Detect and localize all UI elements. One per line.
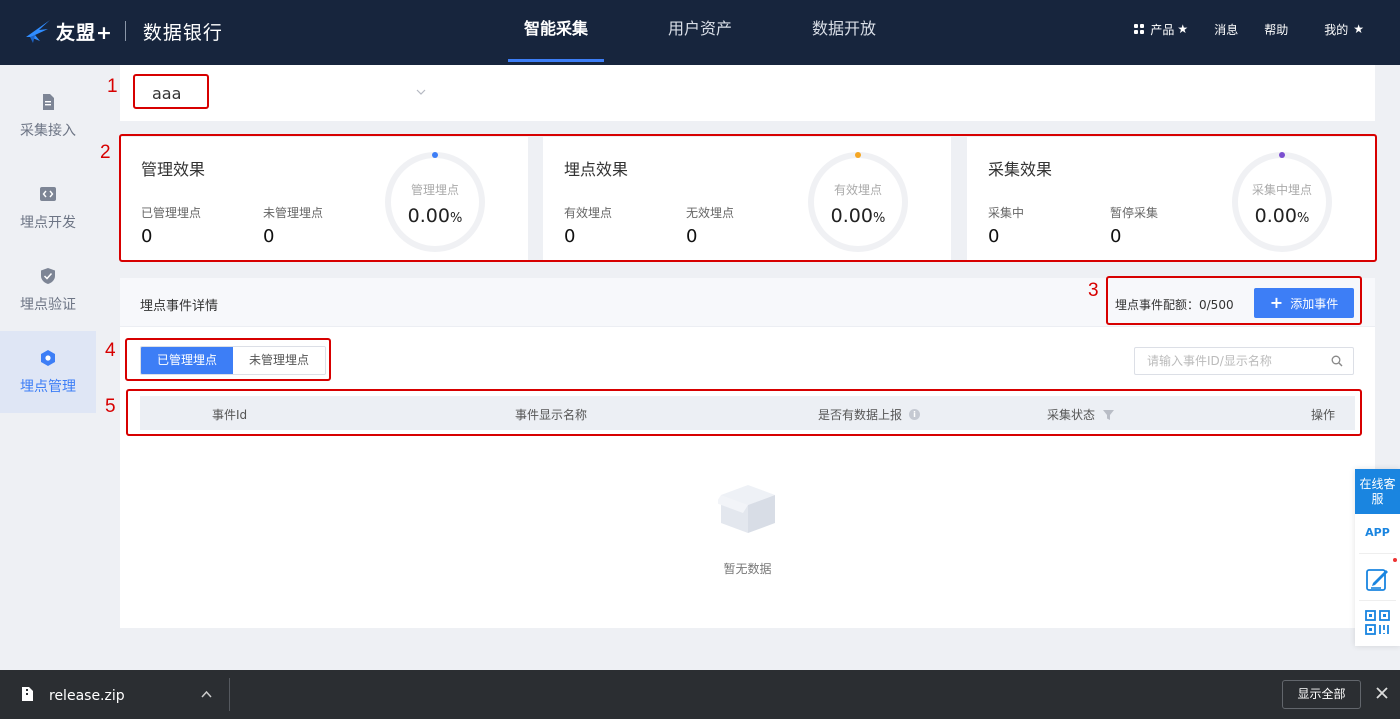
- annotation-number: 1: [107, 76, 118, 97]
- product-name: 数据银行: [142, 21, 223, 44]
- annotation-number: 2: [100, 142, 111, 163]
- sidebar-item-tracking-manage[interactable]: 埋点管理: [0, 331, 96, 413]
- hexagon-icon: [41, 350, 55, 366]
- sidebar-item-label: 埋点管理: [20, 379, 76, 395]
- star-icon: ★: [1177, 22, 1189, 36]
- qr-code-icon[interactable]: [1365, 610, 1390, 635]
- sidebar: 采集接入 埋点开发 埋点验证 埋点管理: [0, 65, 96, 670]
- divider: [229, 678, 230, 711]
- divider: [1359, 553, 1396, 554]
- nav-tab-smart-collect[interactable]: 智能采集: [508, 0, 604, 65]
- event-search: [1134, 347, 1354, 375]
- chevron-down-icon: [416, 89, 426, 95]
- products-label: 产品: [1150, 22, 1175, 37]
- shield-check-icon: [41, 268, 55, 284]
- search-icon[interactable]: [1331, 355, 1343, 367]
- top-nav-bar: 友盟+ 数据银行 智能采集 用户资产 数据开放 产品 ★ 消息 帮助 我的 ★: [0, 0, 1400, 65]
- star-icon: ★: [1353, 22, 1364, 36]
- sidebar-item-label: 采集接入: [20, 123, 76, 139]
- annotation-number: 5: [105, 396, 116, 417]
- annotation-box: [125, 338, 331, 381]
- annotation-number: 4: [105, 340, 116, 361]
- annotation-number: 3: [1088, 280, 1099, 301]
- nav-tab-user-assets[interactable]: 用户资产: [652, 0, 748, 65]
- nav-tab-data-open[interactable]: 数据开放: [796, 0, 892, 65]
- my-menu[interactable]: 我的 ★: [1324, 21, 1364, 38]
- app-download-button[interactable]: APP: [1355, 526, 1400, 539]
- help-link[interactable]: 帮助: [1264, 21, 1288, 38]
- grid-icon: [1134, 24, 1145, 34]
- file-icon: [22, 687, 33, 701]
- document-icon: [43, 94, 54, 110]
- annotation-box: [133, 74, 209, 109]
- events-panel: 埋点事件详情 埋点事件配额：0/500 + 添加事件 已管理埋点 未管理埋点 事…: [120, 278, 1375, 628]
- sidebar-item-collect-access[interactable]: 采集接入: [0, 93, 96, 175]
- empty-text: 暂无数据: [723, 562, 772, 576]
- download-bar: release.zip 显示全部: [0, 670, 1400, 719]
- sidebar-item-tracking-dev[interactable]: 埋点开发: [0, 175, 96, 257]
- umeng-swallow-icon: [26, 20, 50, 43]
- sidebar-item-label: 埋点开发: [20, 215, 76, 231]
- top-right-menu: 产品 ★ 消息 帮助 我的 ★: [1108, 0, 1364, 58]
- show-all-button[interactable]: 显示全部: [1282, 680, 1361, 709]
- code-icon: [40, 187, 56, 201]
- messages-link[interactable]: 消息: [1214, 21, 1238, 38]
- search-input[interactable]: [1135, 348, 1325, 374]
- annotation-box: [126, 389, 1362, 436]
- logo[interactable]: 友盟+ 数据银行: [24, 14, 223, 48]
- main-nav: 智能采集 用户资产 数据开放: [508, 0, 892, 65]
- sidebar-item-tracking-verify[interactable]: 埋点验证: [0, 257, 96, 339]
- annotation-box: [119, 134, 1377, 262]
- chevron-up-icon[interactable]: [201, 690, 212, 698]
- app-selector[interactable]: aaa: [120, 65, 1375, 121]
- annotation-box: [1106, 276, 1362, 325]
- download-filename[interactable]: release.zip: [49, 688, 125, 704]
- events-title: 埋点事件详情: [140, 299, 219, 314]
- my-label: 我的: [1324, 22, 1349, 37]
- notification-dot: [1393, 558, 1397, 562]
- empty-state: 暂无数据: [120, 483, 1375, 577]
- logo-text: 友盟+: [56, 21, 113, 44]
- empty-box-icon: [717, 485, 775, 533]
- close-icon[interactable]: [1375, 686, 1389, 700]
- floating-widget: 在线客服 APP: [1355, 469, 1400, 646]
- customer-service-button[interactable]: 在线客服: [1355, 469, 1400, 514]
- divider: [1359, 600, 1396, 601]
- sidebar-item-label: 埋点验证: [20, 297, 76, 313]
- logo-divider: [124, 21, 126, 41]
- feedback-edit-icon[interactable]: [1365, 567, 1390, 592]
- products-menu[interactable]: 产品 ★: [1134, 21, 1188, 38]
